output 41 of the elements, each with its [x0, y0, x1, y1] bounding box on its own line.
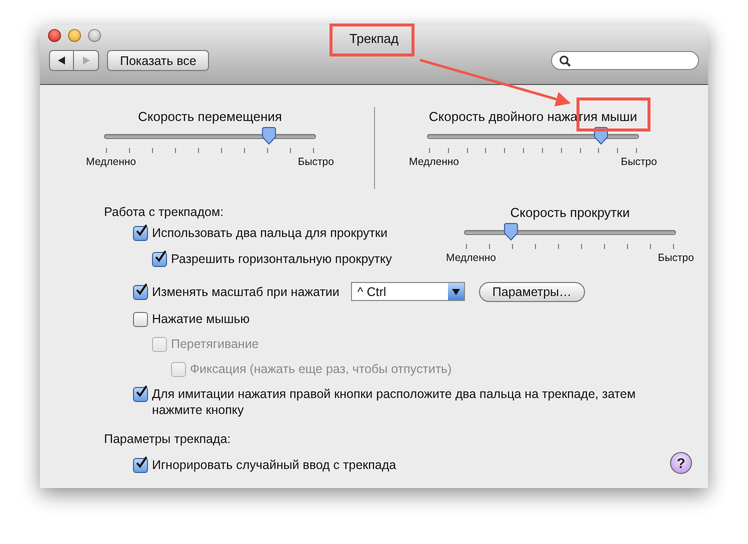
forward-button[interactable]	[74, 50, 99, 71]
min-label: Медленно	[409, 156, 460, 168]
slider-thumb[interactable]	[592, 126, 609, 144]
checkbox[interactable]	[152, 252, 167, 267]
checkbox-label: Использовать два пальца для прокрутки	[152, 225, 388, 241]
forward-arrow-icon	[82, 56, 90, 65]
checkbox-label: Игнорировать случайный ввод с трекпада	[152, 457, 396, 473]
slider-thumb[interactable]	[261, 126, 278, 144]
show-all-button[interactable]: Показать все	[107, 50, 210, 71]
window-title: Трекпад	[349, 30, 399, 46]
checkbox[interactable]	[133, 458, 148, 473]
checkbox[interactable]	[133, 226, 148, 241]
checkbox[interactable]	[133, 284, 148, 300]
min-label: Медленно	[86, 156, 136, 168]
max-label: Быстро	[298, 156, 334, 168]
zoom-button[interactable]	[88, 29, 101, 42]
search-icon	[559, 54, 571, 66]
search-field[interactable]	[551, 51, 699, 70]
section-heading: Работа с трекпадом:	[104, 205, 225, 221]
max-label: Быстро	[658, 252, 694, 264]
checkbox-label: Изменять масштаб при нажатии	[152, 284, 340, 300]
minimize-button[interactable]	[68, 29, 81, 42]
slider-title: Скорость перемещения	[138, 109, 282, 124]
checkbox[interactable]	[133, 312, 148, 327]
modifier-dropdown[interactable]: ^ Ctrl	[351, 282, 466, 301]
back-arrow-icon	[57, 56, 66, 65]
checkbox[interactable]	[133, 387, 148, 402]
min-label: Медленно	[446, 252, 496, 264]
checkbox-label: Перетягивание	[171, 336, 259, 352]
options-button[interactable]: Параметры…	[479, 282, 585, 302]
checkbox-label: Нажатие мышью	[152, 311, 250, 327]
section-heading: Параметры трекпада:	[104, 432, 232, 448]
checkbox-label: Для имитации нажатия правой кнопки расположите два пальца на трекпаде, затем нажмите кнопку	[152, 386, 637, 418]
slider-thumb[interactable]	[502, 222, 519, 240]
back-button[interactable]	[49, 50, 74, 71]
checkbox-label: Разрешить горизонтальную прокрутку	[171, 251, 392, 267]
max-label: Быстро	[620, 156, 657, 168]
close-button[interactable]	[48, 29, 61, 42]
slider-title: Скорость прокрутки	[510, 205, 630, 220]
help-button[interactable]: ?	[670, 452, 692, 474]
checkbox-label: Фиксация (нажать еще раз, чтобы отпустить)	[190, 361, 452, 377]
